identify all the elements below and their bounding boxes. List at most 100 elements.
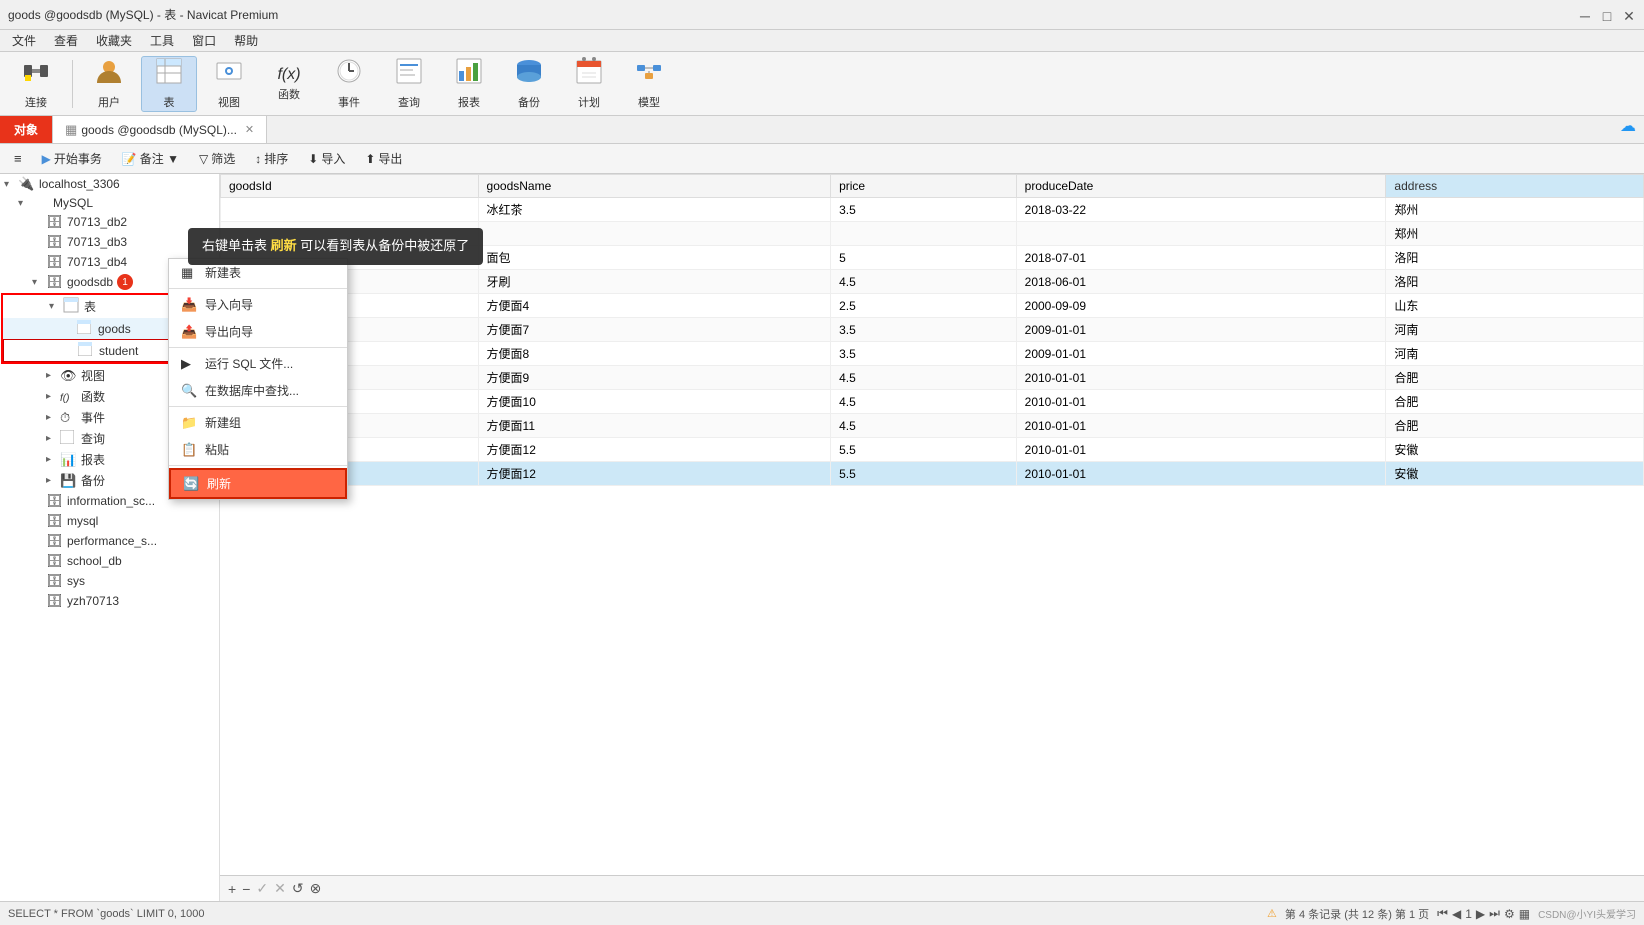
table-cell[interactable]: 山东	[1386, 294, 1644, 318]
table-row[interactable]: 方便面42.52000-09-09山东	[221, 294, 1644, 318]
filter-button[interactable]: ▽ 筛选	[191, 147, 243, 170]
table-row[interactable]: 方便面94.52010-01-01合肥	[221, 366, 1644, 390]
table-cell[interactable]: 4.5	[831, 270, 1017, 294]
begin-trans-button[interactable]: ▶ 开始事务	[34, 147, 110, 170]
table-cell[interactable]: 安徽	[1386, 438, 1644, 462]
table-cell[interactable]: 4.5	[831, 366, 1017, 390]
stop-button[interactable]: ⊗	[310, 880, 322, 897]
close-button[interactable]: ✕	[1622, 8, 1636, 22]
menu-item-文件[interactable]: 文件	[4, 30, 44, 51]
table-cell[interactable]	[478, 222, 831, 246]
sidebar-item-performance_s...[interactable]: 🗄performance_s...	[0, 531, 219, 551]
context-menu-item-new-group[interactable]: 📁新建组	[169, 409, 347, 436]
settings-button[interactable]: ⚙	[1504, 907, 1515, 921]
table-cell[interactable]: 方便面7	[478, 318, 831, 342]
table-cell[interactable]: 方便面11	[478, 414, 831, 438]
toolbar-btn-view[interactable]: 视图	[201, 56, 257, 112]
add-row-button[interactable]: +	[228, 881, 236, 897]
prev-page-button[interactable]: ◀	[1452, 907, 1461, 921]
toolbar-btn-user[interactable]: 用户	[81, 56, 137, 112]
table-cell[interactable]: 方便面4	[478, 294, 831, 318]
confirm-button[interactable]: ✓	[256, 880, 268, 897]
minimize-button[interactable]: ─	[1578, 8, 1592, 22]
table-row[interactable]: 方便面73.52009-01-01河南	[221, 318, 1644, 342]
table-cell[interactable]: 3.5	[831, 198, 1017, 222]
menu-item-帮助[interactable]: 帮助	[226, 30, 266, 51]
context-menu-item-refresh[interactable]: 🔄刷新	[169, 468, 347, 499]
toolbar-btn-connect[interactable]: 连接	[8, 56, 64, 112]
table-cell[interactable]: 方便面9	[478, 366, 831, 390]
table-cell[interactable]	[831, 222, 1017, 246]
menu-item-窗口[interactable]: 窗口	[184, 30, 224, 51]
col-header-goodsName[interactable]: goodsName	[478, 175, 831, 198]
toolbar-btn-schedule[interactable]: 计划	[561, 56, 617, 112]
table-cell[interactable]: 洛阳	[1386, 270, 1644, 294]
table-cell[interactable]: 郑州	[1386, 198, 1644, 222]
table-cell[interactable]: 2010-01-01	[1016, 414, 1386, 438]
next-page-button[interactable]: ▶	[1476, 907, 1485, 921]
sidebar-item-70713_db3[interactable]: 🗄70713_db3	[0, 232, 219, 252]
table-row[interactable]: 1012方便面125.52010-01-01安徽	[221, 462, 1644, 486]
toolbar-btn-func[interactable]: f(x)函数	[261, 56, 317, 112]
table-cell[interactable]: 安徽	[1386, 462, 1644, 486]
cancel-edit-button[interactable]: ✕	[274, 880, 286, 897]
table-cell[interactable]: 2010-01-01	[1016, 390, 1386, 414]
toolbar-btn-table[interactable]: 表	[141, 56, 197, 112]
sidebar-item-sys[interactable]: 🗄sys	[0, 571, 219, 591]
refresh-table-button[interactable]: ↺	[292, 880, 304, 897]
table-cell[interactable]	[221, 198, 479, 222]
table-cell[interactable]: 2010-01-01	[1016, 462, 1386, 486]
context-menu-item-run-sql[interactable]: ▶运行 SQL 文件...	[169, 350, 347, 377]
table-cell[interactable]: 方便面8	[478, 342, 831, 366]
table-cell[interactable]: 2018-07-01	[1016, 246, 1386, 270]
table-cell[interactable]: 方便面12	[478, 438, 831, 462]
table-cell[interactable]: 牙刷	[478, 270, 831, 294]
table-row[interactable]: 方便面125.52010-01-01安徽	[221, 438, 1644, 462]
table-cell[interactable]: 3.5	[831, 318, 1017, 342]
table-cell[interactable]: 2000-09-09	[1016, 294, 1386, 318]
toolbar-btn-query[interactable]: 查询	[381, 56, 437, 112]
col-header-price[interactable]: price	[831, 175, 1017, 198]
cloud-icon[interactable]: ☁	[1620, 116, 1636, 143]
col-header-goodsId[interactable]: goodsId	[221, 175, 479, 198]
toolbar-btn-event[interactable]: 事件	[321, 56, 377, 112]
object-tab[interactable]: 对象	[0, 116, 52, 143]
context-menu-item-paste[interactable]: 📋粘贴	[169, 436, 347, 463]
table-cell[interactable]: 2.5	[831, 294, 1017, 318]
last-page-button[interactable]: ⏭	[1489, 906, 1500, 921]
table-cell[interactable]: 5.5	[831, 438, 1017, 462]
table-row[interactable]: 方便面83.52009-01-01河南	[221, 342, 1644, 366]
table-cell[interactable]: 洛阳	[1386, 246, 1644, 270]
table-cell[interactable]: 5.5	[831, 462, 1017, 486]
export-button[interactable]: ⬆ 导出	[357, 147, 410, 170]
table-cell[interactable]: 2009-01-01	[1016, 318, 1386, 342]
grid-view-button[interactable]: ▦	[1519, 907, 1530, 921]
menu-button[interactable]: ≡	[6, 148, 30, 169]
table-cell[interactable]: 2010-01-01	[1016, 438, 1386, 462]
table-cell[interactable]: 5	[831, 246, 1017, 270]
delete-row-button[interactable]: −	[242, 881, 250, 897]
first-page-button[interactable]: ⏮	[1437, 906, 1448, 921]
close-tab-button[interactable]: ✕	[245, 123, 254, 136]
table-cell[interactable]: 合肥	[1386, 366, 1644, 390]
table-row[interactable]: 方便面114.52010-01-01合肥	[221, 414, 1644, 438]
table-row[interactable]: 冰红茶3.52018-03-22郑州	[221, 198, 1644, 222]
col-header-address[interactable]: address	[1386, 175, 1644, 198]
menu-item-收藏夹[interactable]: 收藏夹	[88, 30, 140, 51]
table-cell[interactable]: 2010-01-01	[1016, 366, 1386, 390]
context-menu-item-import-wizard[interactable]: 📥导入向导	[169, 291, 347, 318]
table-cell[interactable]: 2018-03-22	[1016, 198, 1386, 222]
table-row[interactable]: 牙刷4.52018-06-01洛阳	[221, 270, 1644, 294]
table-cell[interactable]: 合肥	[1386, 414, 1644, 438]
table-cell[interactable]: 3.5	[831, 342, 1017, 366]
menu-item-工具[interactable]: 工具	[142, 30, 182, 51]
import-button[interactable]: ⬇ 导入	[300, 147, 353, 170]
sidebar-item-mysql[interactable]: ▾MySQL	[0, 194, 219, 212]
table-cell[interactable]: 面包	[478, 246, 831, 270]
toolbar-btn-backup[interactable]: 备份	[501, 56, 557, 112]
table-scroll[interactable]: goodsIdgoodsNamepriceproduceDateaddress冰…	[220, 174, 1644, 875]
sidebar-item-yzh70713[interactable]: 🗄yzh70713	[0, 591, 219, 611]
menu-item-查看[interactable]: 查看	[46, 30, 86, 51]
context-menu-item-find-in-db[interactable]: 🔍在数据库中查找...	[169, 377, 347, 404]
context-menu-item-export-wizard[interactable]: 📤导出向导	[169, 318, 347, 345]
